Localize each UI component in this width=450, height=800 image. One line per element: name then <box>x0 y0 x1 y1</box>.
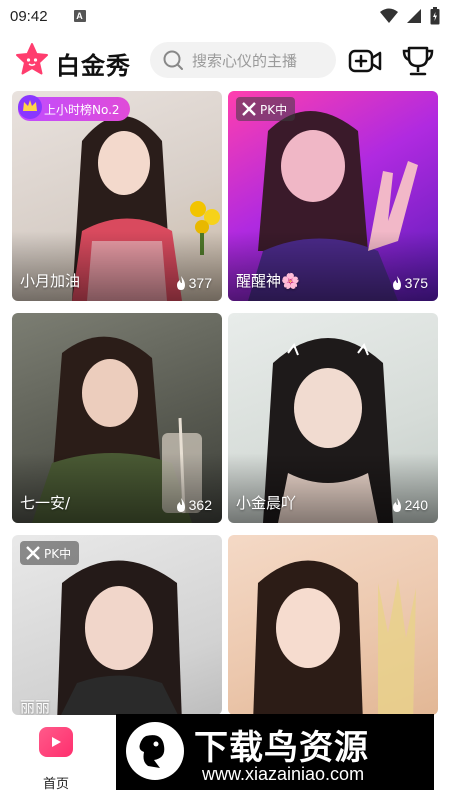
viewer-count: 375 <box>391 275 428 291</box>
app-title: 白金秀 <box>56 52 131 80</box>
live-room-card[interactable]: 小金晨吖 240 <box>228 313 438 523</box>
streamer-name: 七一安/ <box>20 494 71 512</box>
watermark-banner: 下载鸟资源 www.xiazainiao.com <box>116 714 434 790</box>
signal-icon <box>407 9 421 23</box>
pk-badge-text: PK中 <box>44 546 72 561</box>
crown-icon <box>18 95 42 119</box>
start-live-icon[interactable] <box>348 44 382 78</box>
streamer-photo <box>253 560 416 715</box>
status-time: 09:42 <box>10 7 48 25</box>
live-room-card[interactable]: 上小时榜No.2 小月加油 377 <box>12 91 222 301</box>
viewer-count: 240 <box>391 497 428 513</box>
streamer-name: 小月加油 <box>20 272 81 290</box>
viewer-count-value: 362 <box>188 497 212 513</box>
viewer-count: 362 <box>175 497 212 513</box>
battery-icon <box>430 7 440 25</box>
live-room-card[interactable] <box>228 535 438 715</box>
streamer-name: 醒醒神🌸 <box>236 272 300 290</box>
tab-home-label: 首页 <box>42 777 69 792</box>
pk-badge: PK中 <box>20 541 80 565</box>
pk-swords-icon <box>242 102 256 116</box>
streamer-photo <box>57 560 182 715</box>
status-indicators <box>380 7 440 25</box>
trophy-icon[interactable] <box>401 44 435 78</box>
pk-badge: PK中 <box>236 97 296 121</box>
notification-icon: A <box>73 10 86 22</box>
hourly-rank-badge: 上小时榜No.2 <box>18 95 130 121</box>
pk-badge-text: PK中 <box>260 102 288 117</box>
app-header: 白金秀 搜索心仪的主播 <box>0 38 450 84</box>
live-room-card[interactable]: PK中 丽丽 <box>12 535 222 715</box>
tab-home[interactable]: 首页 <box>30 727 82 792</box>
viewer-count-value: 240 <box>404 497 428 513</box>
pk-swords-icon <box>26 546 40 560</box>
watermark-title: 下载鸟资源 <box>194 728 369 768</box>
watermark-bird-logo-icon <box>126 722 184 780</box>
streamer-name: 丽丽 <box>20 698 51 715</box>
viewer-count-value: 375 <box>404 275 428 291</box>
flame-icon <box>176 498 185 512</box>
flame-icon <box>176 276 185 290</box>
live-room-card[interactable]: 七一安/ 362 <box>12 313 222 523</box>
viewer-count: 377 <box>175 275 212 291</box>
viewer-count-value: 377 <box>188 275 212 291</box>
home-tv-icon <box>39 727 73 757</box>
search-input[interactable]: 搜索心仪的主播 <box>150 42 336 78</box>
flame-icon <box>392 276 401 290</box>
logo-star-icon <box>16 43 48 75</box>
wifi-icon <box>380 8 398 23</box>
status-bar: 09:42 A <box>0 0 450 32</box>
watermark-url: www.xiazainiao.com <box>202 764 365 784</box>
flame-icon <box>392 498 401 512</box>
live-room-card[interactable]: PK中 醒醒神🌸 375 <box>228 91 438 301</box>
rank-badge-text: 上小时榜No.2 <box>44 102 120 117</box>
search-placeholder: 搜索心仪的主播 <box>192 51 298 70</box>
streamer-name: 小金晨吖 <box>236 494 297 512</box>
search-icon <box>163 50 183 70</box>
